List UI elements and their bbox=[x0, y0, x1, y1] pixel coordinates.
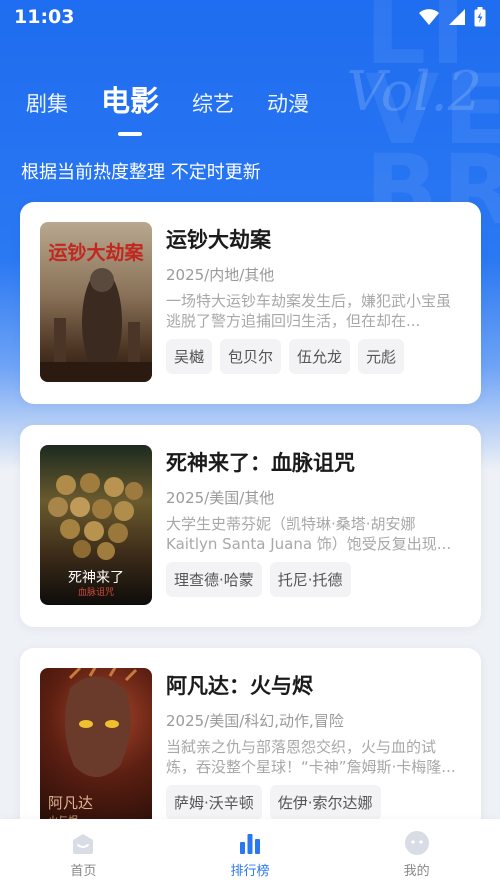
movie-description: 大学生史蒂芬妮（凯特琳·桑塔·胡安娜 Kaitlyn Santa Juana 饰… bbox=[166, 515, 452, 553]
movie-description: 当弑亲之仇与部落恩怨交织，火与血的试炼，吞没整个星球！“卡神”詹姆斯·卡梅隆..… bbox=[166, 738, 456, 776]
signal-icon bbox=[449, 9, 465, 25]
poster-title: 阿凡达 bbox=[48, 794, 94, 812]
movie-meta: 2025/美国/科幻,动作,冒险 bbox=[166, 712, 344, 730]
actor-tag[interactable]: 包贝尔 bbox=[220, 339, 282, 374]
actor-tag[interactable]: 伍允龙 bbox=[289, 339, 351, 374]
actor-list: 萨姆·沃辛顿 佐伊·索尔达娜 bbox=[166, 785, 465, 820]
profile-icon bbox=[404, 830, 429, 855]
tab-series[interactable]: 剧集 bbox=[26, 88, 68, 128]
actor-tag[interactable]: 理查德·哈蒙 bbox=[166, 562, 262, 597]
actor-tag[interactable]: 佐伊·索尔达娜 bbox=[269, 785, 381, 820]
actor-tag[interactable]: 元彪 bbox=[358, 339, 405, 374]
nav-profile[interactable]: 我的 bbox=[357, 830, 477, 879]
movie-info: 死神来了：血脉诅咒 2025/美国/其他 大学生史蒂芬妮（凯特琳·桑塔·胡安娜 … bbox=[166, 447, 465, 597]
tab-variety[interactable]: 综艺 bbox=[192, 88, 234, 128]
actor-tag[interactable]: 托尼·托德 bbox=[269, 562, 351, 597]
battery-icon bbox=[474, 7, 486, 27]
status-icons bbox=[418, 7, 486, 27]
movie-meta: 2025/美国/其他 bbox=[166, 489, 275, 507]
nav-ranking-label: 排行榜 bbox=[230, 863, 270, 879]
movie-info: 阿凡达：火与烬 2025/美国/科幻,动作,冒险 当弑亲之仇与部落恩怨交织，火与… bbox=[166, 670, 465, 820]
wifi-icon bbox=[419, 9, 439, 25]
movie-meta: 2025/内地/其他 bbox=[166, 266, 275, 284]
actor-tag[interactable]: 吴樾 bbox=[166, 339, 213, 374]
tab-movies[interactable]: 电影 bbox=[101, 78, 159, 128]
ranking-icon bbox=[239, 833, 260, 854]
movie-card[interactable]: 死神来了 血脉诅咒 死神来了：血脉诅咒 2025/美国/其他 大学生史蒂芬妮（凯… bbox=[20, 425, 481, 627]
actor-tag[interactable]: 萨姆·沃辛顿 bbox=[166, 785, 262, 820]
nav-profile-label: 我的 bbox=[403, 863, 430, 879]
movie-card[interactable]: 阿凡达 火与烬 阿凡达：火与烬 2025/美国/科幻,动作,冒险 当弑亲之仇与部… bbox=[20, 648, 481, 848]
poster-title: 运钞大劫案 bbox=[48, 242, 144, 264]
movie-title[interactable]: 死神来了：血脉诅咒 bbox=[166, 447, 465, 477]
actor-list: 吴樾 包贝尔 伍允龙 元彪 bbox=[166, 339, 465, 374]
tab-anime[interactable]: 动漫 bbox=[267, 88, 309, 128]
page-subtitle: 根据当前热度整理 不定时更新 bbox=[21, 162, 261, 183]
movie-info: 运钞大劫案 2025/内地/其他 一场特大运钞车劫案发生后，嫌犯武小宝虽逃脱了警… bbox=[166, 224, 465, 374]
movie-poster[interactable]: 阿凡达 火与烬 bbox=[40, 668, 152, 828]
poster-title: 死神来了 bbox=[68, 570, 124, 586]
poster-subtitle: 血脉诅咒 bbox=[77, 588, 114, 598]
nav-ranking[interactable]: 排行榜 bbox=[190, 830, 310, 879]
movie-title[interactable]: 运钞大劫案 bbox=[166, 224, 465, 254]
movie-card[interactable]: 运钞大劫案 运钞大劫案 2025/内地/其他 一场特大运钞车劫案发生后，嫌犯武小… bbox=[20, 202, 481, 404]
hero-script-decoration: Vol.2 bbox=[346, 60, 482, 123]
home-icon bbox=[73, 833, 94, 854]
movie-poster[interactable]: 死神来了 血脉诅咒 bbox=[40, 445, 152, 605]
nav-home[interactable]: 首页 bbox=[23, 830, 143, 879]
category-tabs: 剧集 电影 综艺 动漫 bbox=[26, 78, 342, 128]
nav-home-label: 首页 bbox=[70, 863, 97, 879]
status-bar: 11:03 bbox=[0, 0, 500, 34]
movie-poster[interactable]: 运钞大劫案 bbox=[40, 222, 152, 382]
movie-description: 一场特大运钞车劫案发生后，嫌犯武小宝虽逃脱了警方追捕回归生活，但在却在... bbox=[166, 292, 452, 330]
actor-list: 理查德·哈蒙 托尼·托德 bbox=[166, 562, 465, 597]
bottom-navigation: 首页 排行榜 我的 bbox=[0, 819, 500, 889]
status-time: 11:03 bbox=[14, 6, 75, 28]
movie-title[interactable]: 阿凡达：火与烬 bbox=[166, 670, 465, 700]
